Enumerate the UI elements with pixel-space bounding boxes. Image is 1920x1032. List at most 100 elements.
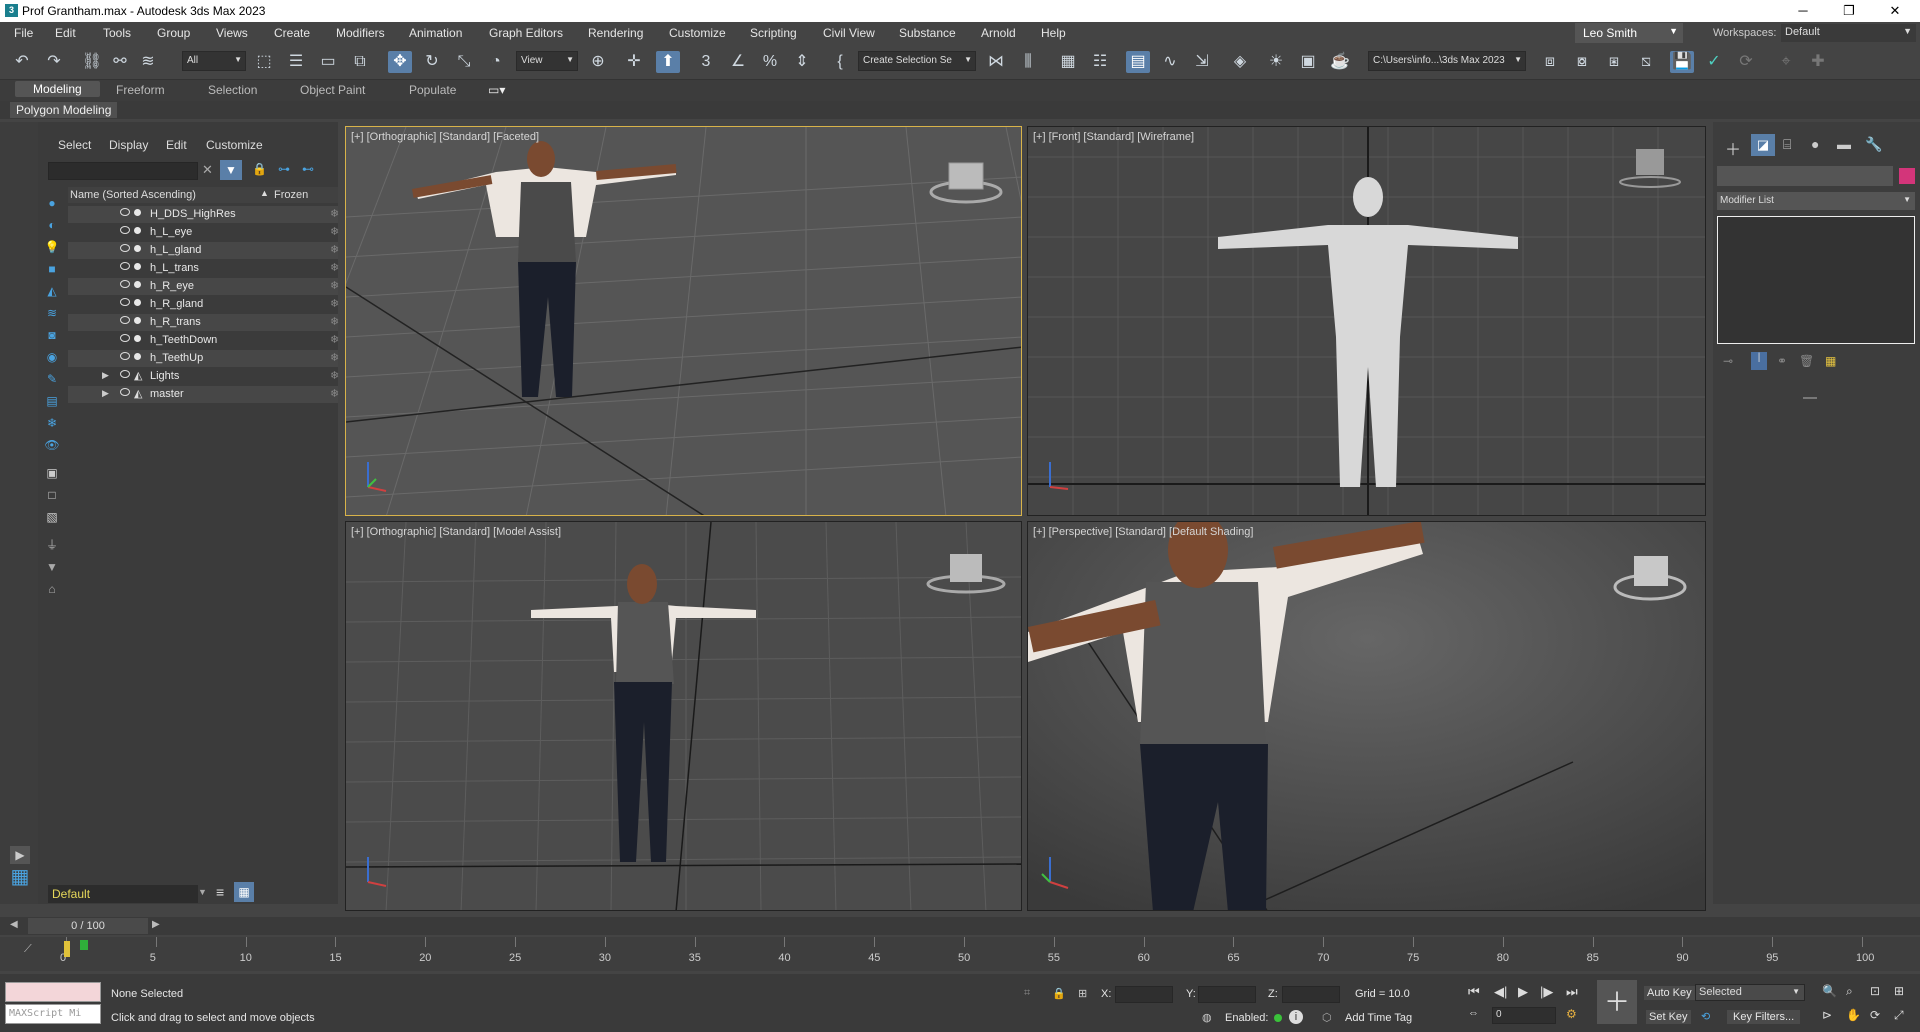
viewport-bottom-right-label[interactable]: [+] [Perspective] [Standard] [Default Sh… xyxy=(1033,526,1253,538)
layer-dropdown[interactable]: Default xyxy=(48,885,198,903)
eye-icon[interactable] xyxy=(120,370,130,378)
key-mode-icon[interactable]: ⇔ xyxy=(1468,1007,1479,1019)
time-marker[interactable] xyxy=(64,941,70,957)
key-tangents-icon[interactable]: ⟲ xyxy=(1701,1010,1710,1023)
workspace-dropdown[interactable]: Default ▼ xyxy=(1781,24,1916,42)
cameras-filter-icon[interactable]: ■ xyxy=(42,260,62,278)
snowflake-icon[interactable]: ❄ xyxy=(330,387,339,400)
snap-tool-icon[interactable]: ⌖ xyxy=(1774,51,1798,73)
reference-coord-dropdown[interactable]: View ▼ xyxy=(516,51,578,71)
y-coordinate-input[interactable] xyxy=(1198,986,1256,1003)
tab-freeform[interactable]: Freeform xyxy=(116,83,165,97)
ribbon-toggle-icon[interactable]: ▤ xyxy=(1126,51,1150,73)
align-icon[interactable]: ⫼ xyxy=(1016,51,1040,73)
auto-key-button[interactable]: Auto Key xyxy=(1644,986,1695,1000)
render-dot-icon[interactable] xyxy=(134,299,141,306)
render-dot-icon[interactable] xyxy=(134,209,141,216)
list-item[interactable]: h_L_gland ❄ xyxy=(68,242,339,259)
user-account-dropdown[interactable]: Leo Smith ▼ xyxy=(1575,23,1683,43)
schematic-view-icon[interactable]: ⇲ xyxy=(1190,51,1214,73)
pan-view-icon[interactable]: ✋ xyxy=(1846,1008,1861,1022)
frozen-filter-icon[interactable]: ❄ xyxy=(42,414,62,432)
modifier-stack[interactable] xyxy=(1717,216,1915,344)
minimize-button[interactable]: ─ xyxy=(1780,0,1826,22)
isolate-icon[interactable]: ⌗ xyxy=(1024,987,1030,1000)
select-manipulate-icon[interactable]: ✛ xyxy=(622,51,646,73)
selection-lock-icon[interactable]: 🔒 xyxy=(1052,987,1066,1000)
edit-named-selection-icon[interactable]: { xyxy=(828,51,852,73)
select-by-name-icon[interactable]: ☰ xyxy=(284,51,308,73)
render-dot-icon[interactable] xyxy=(134,335,141,342)
time-slider-thumb[interactable]: 0 / 100 xyxy=(28,918,148,934)
angle-snap-icon[interactable]: ∠ xyxy=(726,51,750,73)
viewport-top-right[interactable]: [+] [Front] [Standard] [Wireframe] xyxy=(1027,126,1706,516)
current-frame-input[interactable]: 0 xyxy=(1492,1007,1556,1024)
none-filter-icon[interactable]: □ xyxy=(42,486,62,504)
column-frozen-header[interactable]: Frozen xyxy=(274,189,308,201)
select-object-icon[interactable]: ⬚ xyxy=(252,51,276,73)
render-dot-icon[interactable] xyxy=(134,317,141,324)
groups-filter-icon[interactable]: ◙ xyxy=(42,326,62,344)
maximize-viewport-icon[interactable]: ⤢ xyxy=(1894,1008,1904,1023)
clear-search-icon[interactable]: ✕ xyxy=(202,162,213,178)
render-dot-icon[interactable] xyxy=(134,227,141,234)
list-item[interactable]: ▶ ◭ Lights ❄ xyxy=(68,368,339,385)
render-setup-icon[interactable]: ☀ xyxy=(1264,51,1288,73)
expand-arrow-icon[interactable]: ▶ xyxy=(102,370,109,381)
save-container-icon[interactable]: ⧅ xyxy=(1634,51,1658,73)
layer-explorer-icon[interactable]: ☷ xyxy=(1088,51,1112,73)
go-to-start-icon[interactable]: ⏮ xyxy=(1468,984,1480,1000)
create-tab-icon[interactable]: ＋ xyxy=(1725,136,1741,160)
track-bar[interactable]: ⟋ 0 5 10 15 20 25 30 35 40 45 50 55 60 65 70 75 80 85 90 95… xyxy=(0,937,1920,971)
helpers-filter-icon[interactable]: ◭ xyxy=(42,282,62,300)
eye-icon[interactable] xyxy=(120,208,130,216)
motion-tab-icon[interactable]: ● xyxy=(1811,136,1819,152)
x-coordinate-input[interactable] xyxy=(1115,986,1173,1003)
maxscript-mini-input[interactable]: MAXScript Mi xyxy=(5,1004,101,1024)
menu-substance[interactable]: Substance xyxy=(899,26,956,40)
object-color-swatch[interactable] xyxy=(1899,168,1915,184)
set-key-button[interactable]: Set Key xyxy=(1646,1010,1691,1024)
explorer-menu-display[interactable]: Display xyxy=(109,138,148,152)
tab-populate[interactable]: Populate xyxy=(409,83,456,97)
hidden-filter-icon[interactable]: 👁 xyxy=(42,436,62,454)
render-dot-icon[interactable] xyxy=(134,245,141,252)
mirror-icon[interactable]: ⋈ xyxy=(984,51,1008,73)
show-end-result-icon[interactable]: | xyxy=(1751,352,1767,370)
unlink-icon[interactable]: ⚯ xyxy=(108,51,132,73)
save-icon[interactable]: 💾 xyxy=(1670,51,1694,73)
eye-icon[interactable] xyxy=(120,226,130,234)
viewport-top-right-label[interactable]: [+] [Front] [Standard] [Wireframe] xyxy=(1033,131,1194,143)
tab-object-paint[interactable]: Object Paint xyxy=(300,83,365,97)
named-selection-dropdown[interactable]: Create Selection Se ▼ xyxy=(858,51,976,71)
viewport-layout-icon[interactable]: ▦ xyxy=(6,867,34,896)
containers-filter-icon[interactable]: ▤ xyxy=(42,392,62,410)
list-item[interactable]: h_R_gland ❄ xyxy=(68,296,339,313)
bones-filter-icon[interactable]: ✎ xyxy=(42,370,62,388)
funnel-icon[interactable]: ▼ xyxy=(42,558,62,576)
lights-filter-icon[interactable]: 💡 xyxy=(42,238,62,256)
render-production-icon[interactable]: ☕ xyxy=(1328,51,1352,73)
field-of-view-icon[interactable]: ⊳ xyxy=(1822,1008,1832,1022)
menu-tools[interactable]: Tools xyxy=(103,26,131,40)
snowflake-icon[interactable]: ❄ xyxy=(330,207,339,220)
keyframe-marker[interactable] xyxy=(80,940,88,950)
lock-icon[interactable]: 🔒 xyxy=(252,162,267,176)
percent-snap-icon[interactable]: % xyxy=(758,51,782,73)
eye-icon[interactable] xyxy=(120,352,130,360)
utilities-tab-icon[interactable]: 🔧 xyxy=(1865,136,1882,153)
shapes-filter-icon[interactable]: ◐ xyxy=(42,216,62,234)
undo-icon[interactable]: ↶ xyxy=(10,51,34,73)
menu-create[interactable]: Create xyxy=(274,26,310,40)
keyboard-shortcut-toggle-icon[interactable]: ⬆ xyxy=(656,51,680,73)
link-icon[interactable]: ⛓ xyxy=(80,51,104,73)
sync-icon[interactable]: ⟳ xyxy=(1734,51,1758,73)
redo-icon[interactable]: ↷ xyxy=(42,51,66,73)
z-coordinate-input[interactable] xyxy=(1282,986,1340,1003)
viewport-bottom-right[interactable]: [+] [Perspective] [Standard] [Default Sh… xyxy=(1027,521,1706,911)
rectangular-selection-icon[interactable]: ▭ xyxy=(316,51,340,73)
eye-icon[interactable] xyxy=(120,244,130,252)
add-tool-icon[interactable]: ✚ xyxy=(1806,51,1830,73)
list-item[interactable]: ▶ ◭ master ❄ xyxy=(68,386,339,403)
menu-graph-editors[interactable]: Graph Editors xyxy=(489,26,563,40)
